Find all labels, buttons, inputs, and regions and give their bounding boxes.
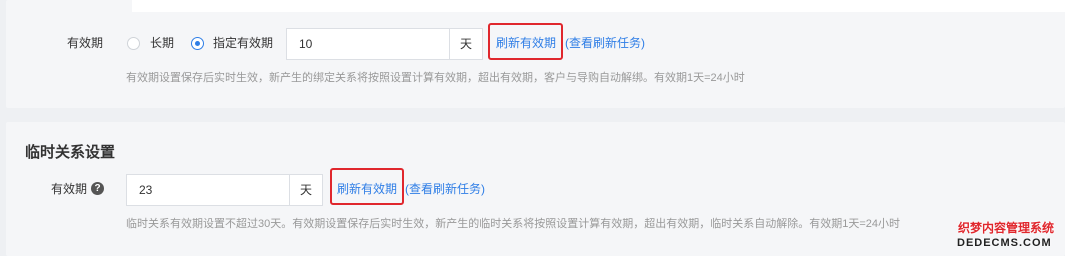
radio-custom-validity[interactable]: [191, 37, 204, 50]
section-title: 临时关系设置: [25, 144, 116, 161]
temp-validity-hint: 临时关系有效期设置不超过30天。有效期设置保存后实时生效，新产生的临时关系将按照…: [126, 218, 901, 230]
watermark-cn: 织梦内容管理系统: [958, 221, 1055, 235]
view-refresh-tasks-link[interactable]: (查看刷新任务): [565, 35, 645, 51]
validity-days-unit: 天: [450, 28, 483, 60]
radio-long-term-label[interactable]: 长期: [150, 35, 174, 51]
help-icon[interactable]: ?: [91, 182, 104, 195]
validity-hint: 有效期设置保存后实时生效，新产生的绑定关系将按照设置计算有效期，超出有效期，客户…: [126, 72, 745, 84]
validity-label: 有效期: [67, 36, 104, 50]
temp-validity-label: 有效期: [51, 182, 88, 196]
validity-days-input[interactable]: 10: [286, 28, 450, 60]
radio-custom-validity-label[interactable]: 指定有效期: [213, 35, 273, 51]
temp-validity-days-input[interactable]: 23: [126, 174, 290, 206]
temp-view-refresh-tasks-link[interactable]: (查看刷新任务): [405, 181, 485, 197]
watermark-en: DEDECMS.COM: [957, 237, 1052, 249]
panel-top-content-area: [132, 0, 1065, 12]
temp-validity-days-unit: 天: [290, 174, 323, 206]
refresh-validity-link[interactable]: 刷新有效期: [496, 35, 556, 51]
radio-long-term[interactable]: [127, 37, 140, 50]
temp-refresh-validity-link[interactable]: 刷新有效期: [337, 181, 397, 197]
